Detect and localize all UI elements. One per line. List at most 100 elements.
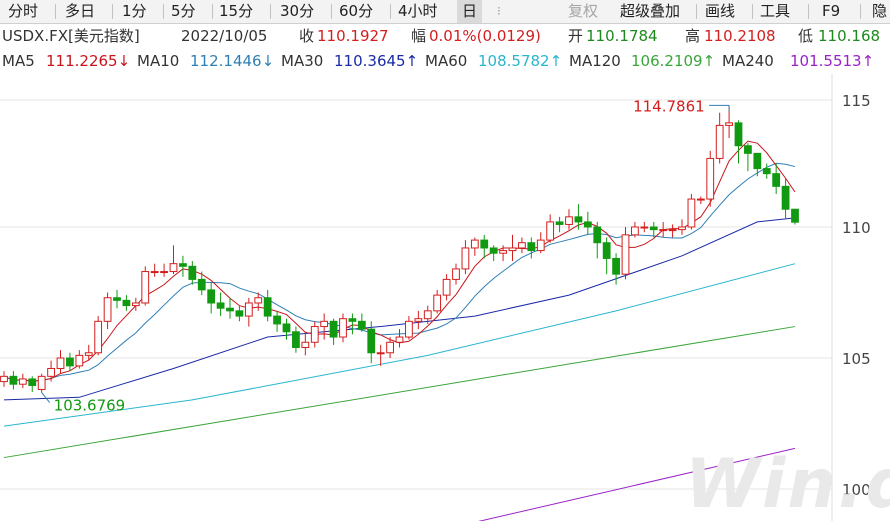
candle-body [94, 320, 103, 354]
candle-body [715, 124, 724, 159]
candle-body [273, 315, 281, 325]
ma5-value: 111.2265↓ [46, 52, 131, 70]
candle-body [188, 265, 197, 280]
candle-body [367, 328, 376, 354]
super-overlay-button[interactable]: 超级叠加 [620, 0, 680, 23]
open-label: 开 [568, 27, 584, 45]
candle-body [593, 226, 602, 244]
candle-body [376, 352, 385, 355]
candle-body [405, 320, 413, 338]
candle-body [84, 352, 93, 356]
ma30-line [3, 217, 796, 401]
candle-body [489, 247, 498, 254]
candle-body [744, 145, 752, 154]
candle-body [499, 250, 507, 254]
candle-body [254, 297, 263, 304]
period-tab-7[interactable]: 4小时 [393, 0, 443, 23]
toolbar-separator [696, 4, 697, 19]
high-label: 高 [685, 27, 701, 45]
candle-body [687, 198, 696, 228]
period-tab-1[interactable]: 多日 [60, 0, 100, 23]
candle-body [602, 242, 611, 259]
candle-body [66, 357, 74, 367]
f9-button[interactable]: F9 [822, 0, 840, 23]
more-periods-icon[interactable]: ⁝ [497, 0, 501, 23]
hide-button[interactable]: 隐 [872, 0, 887, 23]
candle-body [0, 375, 8, 383]
candle-body [772, 173, 781, 187]
toolbar-separator [55, 4, 56, 19]
candle-body [668, 229, 677, 232]
candle-body [282, 323, 291, 333]
candle-body [781, 185, 790, 210]
candle-body [131, 302, 140, 307]
candle-body [28, 378, 37, 387]
toolbar-separator [390, 4, 391, 19]
ma5-label: MA5 [2, 52, 35, 70]
period-tab-6[interactable]: 60分 [334, 0, 378, 23]
candle-body [583, 221, 592, 228]
candle-body [47, 367, 55, 377]
toolbar-separator [752, 4, 753, 19]
candle-body [150, 271, 159, 274]
ma60-value: 108.5782↑ [478, 52, 563, 70]
ma10-line [3, 162, 796, 382]
candle-body [329, 320, 338, 338]
candle-body [348, 318, 357, 322]
candle-body [527, 242, 536, 252]
toolbar-separator [212, 4, 213, 19]
toolbar-separator [112, 4, 113, 19]
period-tab-5[interactable]: 30分 [275, 0, 319, 23]
candle-body [414, 318, 423, 322]
close-value: 110.1927 [317, 27, 389, 45]
period-tab-3[interactable]: 5分 [166, 0, 201, 23]
open-value: 110.1784 [586, 27, 658, 45]
toolbar-separator [163, 4, 164, 19]
low-label: 低 [798, 27, 814, 45]
candle-body [339, 318, 347, 338]
period-tab-0[interactable]: 分时 [3, 0, 43, 23]
period-toolbar: 分时 多日 1分 5分 15分 30分 60分 4小时日 ⁝ 复权 超级叠加 画线 工具 F9 隐 [0, 0, 890, 24]
candle-body [696, 198, 705, 201]
candle-body [179, 263, 187, 267]
change-value: 0.01%(0.0129) [429, 27, 541, 45]
candle-body [292, 331, 300, 349]
candle-body [536, 239, 545, 252]
candle-body [470, 239, 479, 249]
candle-body [37, 375, 46, 390]
candle-body [216, 302, 225, 309]
quote-info-panel: USDX.FX[美元指数] 2022/10/05 收 110.1927 幅 0.… [0, 24, 890, 74]
draw-line-button[interactable]: 画线 [705, 0, 735, 23]
candle-body [310, 326, 319, 343]
candle-body [226, 307, 234, 312]
low-marker-label: 103.6769 [54, 397, 126, 415]
candle-body [518, 242, 526, 249]
candle-body [631, 226, 639, 236]
y-tick-label: 110 [842, 219, 871, 237]
candle-body [791, 208, 799, 223]
candle-body [555, 221, 564, 225]
candle-body [169, 263, 178, 273]
candle-body [433, 294, 442, 312]
period-tab-8[interactable]: 日 [457, 0, 483, 23]
candle-body [621, 234, 630, 275]
candle-body [395, 336, 404, 343]
candle-body [423, 310, 432, 320]
period-tab-2[interactable]: 1分 [117, 0, 152, 23]
candle-body [612, 257, 620, 275]
candle-body [725, 122, 733, 126]
candle-body [56, 357, 65, 369]
toolbar-separator [860, 4, 861, 19]
tools-button[interactable]: 工具 [760, 0, 790, 23]
candle-body [649, 226, 658, 231]
candle-body [508, 247, 517, 252]
candle-body [480, 239, 489, 249]
candle-body [753, 152, 762, 170]
period-tab-4[interactable]: 15分 [214, 0, 258, 23]
candle-body [160, 271, 168, 274]
ma240-value: 101.5513↑ [790, 52, 875, 70]
toolbar-separator [808, 4, 809, 19]
candle-body [141, 271, 150, 304]
fuquan-button[interactable]: 复权 [568, 0, 598, 23]
candle-body [235, 310, 244, 317]
